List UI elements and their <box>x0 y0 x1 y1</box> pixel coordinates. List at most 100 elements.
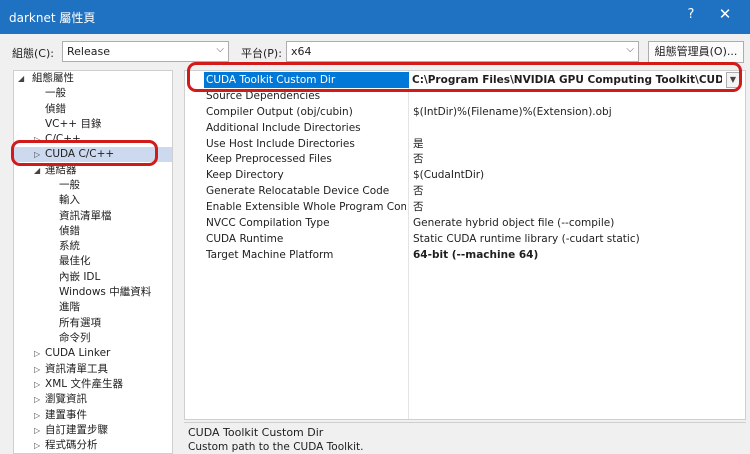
tree-item-linker-advanced[interactable]: 進階 <box>14 300 172 315</box>
tree-item-configuration-properties[interactable]: ◢ 組態屬性 <box>14 71 172 86</box>
tree-item-cuda-linker[interactable]: ▷ CUDA Linker <box>14 346 172 361</box>
collapsed-arrow-icon: ▷ <box>34 380 41 389</box>
close-button[interactable]: ✕ <box>716 5 734 23</box>
configuration-select[interactable]: Release ⌵ <box>62 41 229 62</box>
property-name: Use Host Include Directories <box>206 138 355 150</box>
property-row-source-dependencies[interactable]: Source Dependencies <box>185 88 745 104</box>
property-name: NVCC Compilation Type <box>206 217 330 229</box>
tree-item-label: 連結器 <box>45 164 77 176</box>
chevron-down-icon: ⌵ <box>216 44 224 55</box>
tree-item-label: 一般 <box>45 87 66 99</box>
help-button[interactable]: ? <box>683 7 699 22</box>
tree-item-label: 偵錯 <box>45 103 66 115</box>
property-value: Static CUDA runtime library (-cudart sta… <box>413 233 640 245</box>
collapsed-arrow-icon: ▷ <box>34 426 41 435</box>
tree-item-browse-information[interactable]: ▷ 瀏覽資訊 <box>14 392 172 407</box>
tree-item-custom-build-step[interactable]: ▷ 自訂建置步驟 <box>14 423 172 438</box>
tree-item-label: 自訂建置步驟 <box>45 424 108 436</box>
tree-item-label: 內嵌 IDL <box>59 271 101 283</box>
chevron-down-icon: ⌵ <box>626 44 634 55</box>
property-row-target-machine-platform[interactable]: Target Machine Platform 64-bit (--machin… <box>185 247 745 263</box>
platform-value: x64 <box>291 45 312 58</box>
property-name: Enable Extensible Whole Program Compilat… <box>206 201 406 213</box>
tree-item-linker-manifest-file[interactable]: 資訊清單檔 <box>14 209 172 224</box>
property-row-keep-preprocessed-files[interactable]: Keep Preprocessed Files 否 <box>185 151 745 167</box>
description-title: CUDA Toolkit Custom Dir <box>188 426 324 439</box>
tree-item-vc-directories[interactable]: VC++ 目錄 <box>14 117 172 132</box>
property-name: Compiler Output (obj/cubin) <box>206 106 353 118</box>
expanded-arrow-icon: ◢ <box>34 166 41 175</box>
tree-item-linker-general[interactable]: 一般 <box>14 178 172 193</box>
tree-item-linker[interactable]: ◢ 連結器 <box>14 163 172 178</box>
tree-item-label: 最佳化 <box>59 255 91 267</box>
property-value: Generate hybrid object file (--compile) <box>413 217 615 229</box>
tree-item-manifest-tool[interactable]: ▷ 資訊清單工具 <box>14 362 172 377</box>
tree-item-linker-system[interactable]: 系統 <box>14 239 172 254</box>
tree-item-label: 建置事件 <box>45 409 87 421</box>
property-row-generate-relocatable-device-code[interactable]: Generate Relocatable Device Code 否 <box>185 183 745 199</box>
tree-item-linker-embedded-idl[interactable]: 內嵌 IDL <box>14 270 172 285</box>
tree-item-linker-optimization[interactable]: 最佳化 <box>14 254 172 269</box>
tree-item-label: 組態屬性 <box>32 72 74 84</box>
description-pane: CUDA Toolkit Custom Dir Custom path to t… <box>184 422 746 454</box>
property-value: 否 <box>413 185 424 197</box>
platform-select[interactable]: x64 ⌵ <box>286 41 639 62</box>
configuration-label: 組態(C): <box>12 47 54 60</box>
tree-item-general[interactable]: 一般 <box>14 86 172 101</box>
tree-item-label: 一般 <box>59 179 80 191</box>
property-name: Generate Relocatable Device Code <box>206 185 390 197</box>
tree-item-linker-input[interactable]: 輸入 <box>14 193 172 208</box>
tree-item-label: 輸入 <box>59 194 80 206</box>
tree-item-cuda-c-cpp[interactable]: ▷ CUDA C/C++ <box>14 147 172 162</box>
collapsed-arrow-icon: ▷ <box>34 441 41 450</box>
tree-item-label: 進階 <box>59 301 80 313</box>
property-name: CUDA Toolkit Custom Dir <box>204 72 409 88</box>
property-name: Target Machine Platform <box>206 249 334 261</box>
property-name: Keep Preprocessed Files <box>206 153 332 165</box>
tree-item-label: 瀏覽資訊 <box>45 393 87 405</box>
tree-item-code-analysis[interactable]: ▷ 程式碼分析 <box>14 438 172 453</box>
tree-item-build-events[interactable]: ▷ 建置事件 <box>14 408 172 423</box>
property-value-editor[interactable]: C:\Program Files\NVIDIA GPU Computing To… <box>410 72 743 88</box>
tree-item-label: 資訊清單檔 <box>59 210 112 222</box>
tree-item-label: C/C++ <box>45 133 81 145</box>
property-row-compiler-output[interactable]: Compiler Output (obj/cubin) $(IntDir)%(F… <box>185 104 745 120</box>
tree-item-label: 命令列 <box>59 332 91 344</box>
collapsed-arrow-icon: ▷ <box>34 365 41 374</box>
property-row-keep-directory[interactable]: Keep Directory $(CudaIntDir) <box>185 167 745 183</box>
tree-item-c-cpp[interactable]: ▷ C/C++ <box>14 132 172 147</box>
property-grid: CUDA Toolkit Custom Dir C:\Program Files… <box>184 70 746 420</box>
tree-item-linker-debugging[interactable]: 偵錯 <box>14 224 172 239</box>
property-row-use-host-include-directories[interactable]: Use Host Include Directories 是 <box>185 136 745 152</box>
property-value: 否 <box>413 201 424 213</box>
tree-item-label: VC++ 目錄 <box>45 118 102 130</box>
property-value: $(IntDir)%(Filename)%(Extension).obj <box>413 106 612 118</box>
collapsed-arrow-icon: ▷ <box>34 411 41 420</box>
property-tree: ◢ 組態屬性 一般 偵錯 VC++ 目錄 ▷ C/C++ ▷ CUDA C/C++ ◢… <box>13 70 173 454</box>
property-row-cuda-runtime[interactable]: CUDA Runtime Static CUDA runtime library… <box>185 231 745 247</box>
property-row-extensible-whole-program-compilation[interactable]: Enable Extensible Whole Program Compilat… <box>185 199 745 215</box>
property-row-nvcc-compilation-type[interactable]: NVCC Compilation Type Generate hybrid ob… <box>185 215 745 231</box>
tree-item-linker-all-options[interactable]: 所有選項 <box>14 316 172 331</box>
tree-item-label: 偵錯 <box>59 225 80 237</box>
tree-item-label: 資訊清單工具 <box>45 363 108 375</box>
tree-item-linker-command-line[interactable]: 命令列 <box>14 331 172 346</box>
configuration-manager-button[interactable]: 組態管理員(O)... <box>648 41 744 63</box>
window-title: darknet 屬性頁 <box>9 11 96 25</box>
property-value: $(CudaIntDir) <box>413 169 485 181</box>
tree-item-label: Windows 中繼資料 <box>59 286 152 298</box>
description-text: Custom path to the CUDA Toolkit. <box>188 441 364 453</box>
collapsed-arrow-icon: ▷ <box>34 135 41 144</box>
tree-item-linker-windows-metadata[interactable]: Windows 中繼資料 <box>14 285 172 300</box>
chevron-down-icon[interactable]: ▼ <box>726 72 740 88</box>
collapsed-arrow-icon: ▷ <box>34 395 41 404</box>
property-row-cuda-toolkit-custom-dir[interactable]: CUDA Toolkit Custom Dir C:\Program Files… <box>185 72 745 88</box>
collapsed-arrow-icon: ▷ <box>34 349 41 358</box>
property-name: Keep Directory <box>206 169 284 181</box>
tree-item-xml-doc-generator[interactable]: ▷ XML 文件產生器 <box>14 377 172 392</box>
tree-item-debugging[interactable]: 偵錯 <box>14 102 172 117</box>
platform-label: 平台(P): <box>241 47 282 60</box>
property-name: Source Dependencies <box>206 90 321 102</box>
property-row-additional-include-directories[interactable]: Additional Include Directories <box>185 120 745 136</box>
configuration-value: Release <box>67 45 110 58</box>
